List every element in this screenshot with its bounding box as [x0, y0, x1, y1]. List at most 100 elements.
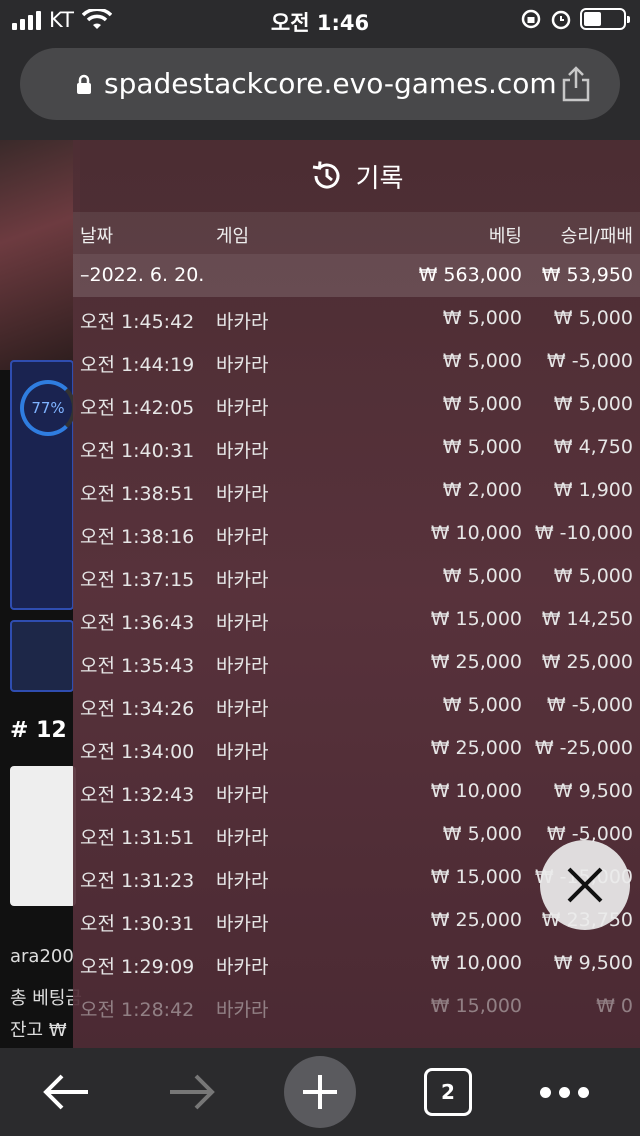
history-row[interactable]: 오전 1:32:43 바카라 ₩ 10,000 ₩ 9,500	[73, 770, 640, 813]
history-row[interactable]: 오전 1:29:09 바카라 ₩ 10,000 ₩ 9,500	[73, 942, 640, 985]
row-result: ₩ 9,500	[553, 780, 633, 802]
row-bet: ₩ 5,000	[442, 565, 522, 587]
history-row[interactable]: 오전 1:36:43 바카라 ₩ 15,000 ₩ 14,250	[73, 598, 640, 641]
row-game: 바카라	[216, 440, 269, 462]
row-time: 오전 1:45:42	[80, 311, 195, 333]
row-bet: ₩ 5,000	[442, 823, 522, 845]
arrow-right-icon	[170, 1074, 215, 1110]
summary-bet: ₩ 563,000	[418, 264, 522, 286]
more-dot-icon	[539, 1086, 551, 1098]
row-time: 오전 1:35:43	[80, 655, 195, 677]
row-result: ₩ 25,000	[541, 651, 633, 673]
row-bet: ₩ 5,000	[442, 350, 522, 372]
status-bar: KT 오전 1:46	[0, 0, 640, 40]
row-result: ₩ 4,750	[553, 436, 633, 458]
url-text: spadestackcore.evo-games.com	[104, 67, 557, 100]
row-game: 바카라	[216, 827, 269, 849]
column-header-date: 날짜	[80, 226, 114, 247]
row-game: 바카라	[216, 999, 269, 1021]
row-time: 오전 1:34:26	[80, 698, 195, 720]
game-card-secondary[interactable]	[10, 620, 74, 692]
row-time: 오전 1:37:15	[80, 569, 195, 591]
row-result: ₩ -5,000	[546, 350, 633, 372]
row-time: 오전 1:28:42	[80, 999, 195, 1021]
row-result: ₩ 0	[596, 995, 633, 1017]
row-game: 바카라	[216, 526, 269, 548]
column-header-result: 승리/패배	[560, 226, 633, 247]
row-time: 오전 1:42:05	[80, 397, 195, 419]
row-time: 오전 1:31:51	[80, 827, 195, 849]
row-time: 오전 1:44:19	[80, 354, 195, 376]
row-bet: ₩ 15,000	[430, 608, 522, 630]
history-row[interactable]: 오전 1:44:19 바카라 ₩ 5,000 ₩ -5,000	[73, 340, 640, 383]
row-result: ₩ 5,000	[553, 307, 633, 329]
row-bet: ₩ 5,000	[442, 393, 522, 415]
row-bet: ₩ 10,000	[430, 780, 522, 802]
history-row[interactable]: 오전 1:31:51 바카라 ₩ 5,000 ₩ -5,000	[73, 813, 640, 856]
arrow-left-icon	[43, 1074, 88, 1110]
browser-toolbar: 2	[0, 1048, 640, 1136]
row-result: ₩ 1,900	[553, 479, 633, 501]
row-result: ₩ 14,250	[541, 608, 633, 630]
column-header-game: 게임	[216, 226, 250, 247]
row-result: ₩ -25,000	[534, 737, 633, 759]
date-summary-row[interactable]: –2022. 6. 20. ₩ 563,000 ₩ 53,950	[73, 254, 640, 297]
new-tab-button[interactable]	[284, 1056, 356, 1128]
row-bet: ₩ 15,000	[430, 866, 522, 888]
address-bar[interactable]: spadestackcore.evo-games.com	[20, 48, 620, 120]
row-bet: ₩ 25,000	[430, 651, 522, 673]
more-menu-button[interactable]	[532, 1062, 596, 1122]
row-game: 바카라	[216, 354, 269, 376]
row-result: ₩ 5,000	[553, 565, 633, 587]
row-bet: ₩ 5,000	[442, 307, 522, 329]
balance-label: 잔고 ₩	[10, 1020, 67, 1041]
row-bet: ₩ 10,000	[430, 522, 522, 544]
row-time: 오전 1:34:00	[80, 741, 195, 763]
row-game: 바카라	[216, 397, 269, 419]
more-dot-icon	[577, 1086, 589, 1098]
username-label: ara200	[10, 946, 74, 967]
forward-button[interactable]	[160, 1062, 224, 1122]
row-bet: ₩ 10,000	[430, 952, 522, 974]
row-bet: ₩ 25,000	[430, 737, 522, 759]
orientation-lock-icon	[521, 9, 541, 29]
history-row[interactable]: 오전 1:35:43 바카라 ₩ 25,000 ₩ 25,000	[73, 641, 640, 684]
row-result: ₩ -5,000	[546, 694, 633, 716]
history-row[interactable]: 오전 1:38:16 바카라 ₩ 10,000 ₩ -10,000	[73, 512, 640, 555]
history-row[interactable]: 오전 1:34:26 바카라 ₩ 5,000 ₩ -5,000	[73, 684, 640, 727]
roadmap-thumbnail[interactable]	[10, 766, 76, 906]
history-row[interactable]: 오전 1:38:51 바카라 ₩ 2,000 ₩ 1,900	[73, 469, 640, 512]
row-time: 오전 1:36:43	[80, 612, 195, 634]
history-row[interactable]: 오전 1:45:42 바카라 ₩ 5,000 ₩ 5,000	[73, 297, 640, 340]
history-header: 기록	[73, 140, 640, 212]
alarm-icon	[551, 10, 571, 30]
row-bet: ₩ 25,000	[430, 909, 522, 931]
lock-icon	[77, 74, 91, 94]
close-button[interactable]	[540, 840, 630, 930]
row-time: 오전 1:32:43	[80, 784, 195, 806]
row-game: 바카라	[216, 913, 269, 935]
history-row[interactable]: 오전 1:42:05 바카라 ₩ 5,000 ₩ 5,000	[73, 383, 640, 426]
row-bet: ₩ 5,000	[442, 694, 522, 716]
row-game: 바카라	[216, 483, 269, 505]
row-game: 바카라	[216, 612, 269, 634]
history-title: 기록	[355, 163, 404, 194]
history-row[interactable]: 오전 1:37:15 바카라 ₩ 5,000 ₩ 5,000	[73, 555, 640, 598]
more-dot-icon	[558, 1086, 570, 1098]
history-row[interactable]: 오전 1:40:31 바카라 ₩ 5,000 ₩ 4,750	[73, 426, 640, 469]
background-artwork	[0, 140, 80, 370]
history-icon	[312, 161, 340, 189]
row-result: ₩ -10,000	[534, 522, 633, 544]
row-game: 바카라	[216, 311, 269, 333]
back-button[interactable]	[34, 1062, 98, 1122]
row-game: 바카라	[216, 741, 269, 763]
total-bet-label: 총 베팅금	[10, 988, 82, 1009]
tab-switcher-button[interactable]: 2	[424, 1068, 472, 1116]
history-column-headers: 날짜 게임 베팅 승리/패배	[73, 212, 640, 254]
history-row[interactable]: 오전 1:28:42 바카라 ₩ 15,000 ₩ 0	[73, 985, 640, 1028]
row-game: 바카라	[216, 655, 269, 677]
row-time: 오전 1:40:31	[80, 440, 195, 462]
row-game: 바카라	[216, 569, 269, 591]
share-icon[interactable]	[560, 66, 592, 102]
history-row[interactable]: 오전 1:34:00 바카라 ₩ 25,000 ₩ -25,000	[73, 727, 640, 770]
